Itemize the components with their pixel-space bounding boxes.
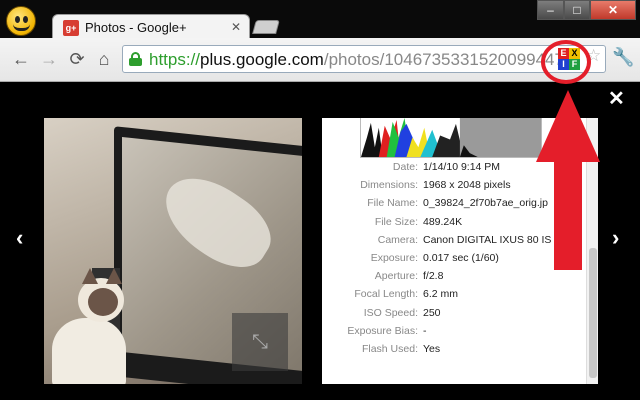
histogram [360,118,542,158]
profile-avatar[interactable] [6,6,36,36]
previous-photo-arrow-icon[interactable]: ‹ [16,225,23,251]
detail-value: 0_39824_2f70b7ae_orig.jp [423,197,548,210]
lock-icon [129,52,142,66]
url-host: plus.google.com [200,50,324,69]
avatar-eye [15,16,20,23]
detail-label: ISO Speed: [363,306,418,319]
reload-icon[interactable]: ⟳ [66,48,88,70]
detail-value: 6.2 mm [423,288,459,301]
avatar-mouth [13,24,30,31]
tab-photos[interactable]: g+ Photos - Google+ ✕ [52,14,250,40]
tab-title: Photos - Google+ [85,20,187,35]
detail-value: Canon DIGITAL IXUS 80 IS [423,233,552,246]
detail-label: Dimensions: [360,179,418,192]
home-icon[interactable]: ⌂ [93,48,115,70]
detail-label: Exposure Bias: [347,324,418,337]
detail-row: Exposure Bias: - [322,325,598,343]
url-scheme: https:// [149,50,201,69]
minimize-button[interactable]: ‒ [537,0,564,20]
detail-value: 0.017 sec (1/60) [423,252,499,264]
detail-row: Flash Used: Yes [322,343,598,361]
next-photo-arrow-icon[interactable]: › [612,225,619,251]
wrench-menu-icon[interactable]: 🔧 [612,47,634,68]
detail-label: File Size: [374,215,418,228]
annotation-circle [541,40,591,84]
detail-row: Focal Length: 6.2 mm [322,288,598,306]
detail-value: 489.24K [423,215,463,228]
photo-cat [52,268,128,384]
url-path: /photos/104673533152009944786/al [323,50,559,69]
detail-value: f/2.8 [423,270,444,283]
detail-row: ISO Speed: 250 [322,307,598,325]
photo-screen-cat [151,161,283,283]
detail-value: 1968 x 2048 pixels [423,179,511,192]
tab-strip: g+ Photos - Google+ ✕ ‒ □ ✕ [0,0,640,40]
screenshot: g+ Photos - Google+ ✕ ‒ □ ✕ ← → ⟳ ⌂ http… [0,0,640,400]
detail-value: Yes [423,343,441,355]
detail-label: Camera: [377,233,418,246]
url-text[interactable]: https://plus.google.com/photos/104673533… [149,50,559,70]
detail-label: Exposure: [370,252,418,264]
annotation-arrow [536,90,600,270]
address-bar[interactable]: https://plus.google.com/photos/104673533… [122,45,606,73]
detail-label: File Name: [367,197,418,210]
detail-value: - [423,324,427,337]
avatar-eye [23,16,28,23]
back-arrow-icon[interactable]: ← [10,48,32,70]
google-plus-icon: g+ [63,20,79,36]
viewer-close-icon[interactable]: ✕ [608,86,625,111]
maximize-button[interactable]: □ [564,0,590,20]
window-close-button[interactable]: ✕ [590,0,636,20]
expand-photo-icon[interactable]: ⤡ [232,313,288,371]
detail-label: Flash Used: [361,343,418,355]
new-tab-button[interactable] [252,20,280,34]
detail-label: Date: [392,161,418,173]
forward-arrow-icon[interactable]: → [38,48,60,70]
detail-value: 250 [423,306,441,319]
detail-value: 1/14/10 9:14 PM [423,161,501,173]
detail-row: Aperture: f/2.8 [322,270,598,288]
detail-label: Aperture: [374,270,418,283]
tab-close-icon[interactable]: ✕ [231,20,241,34]
detail-label: Focal Length: [354,288,418,301]
